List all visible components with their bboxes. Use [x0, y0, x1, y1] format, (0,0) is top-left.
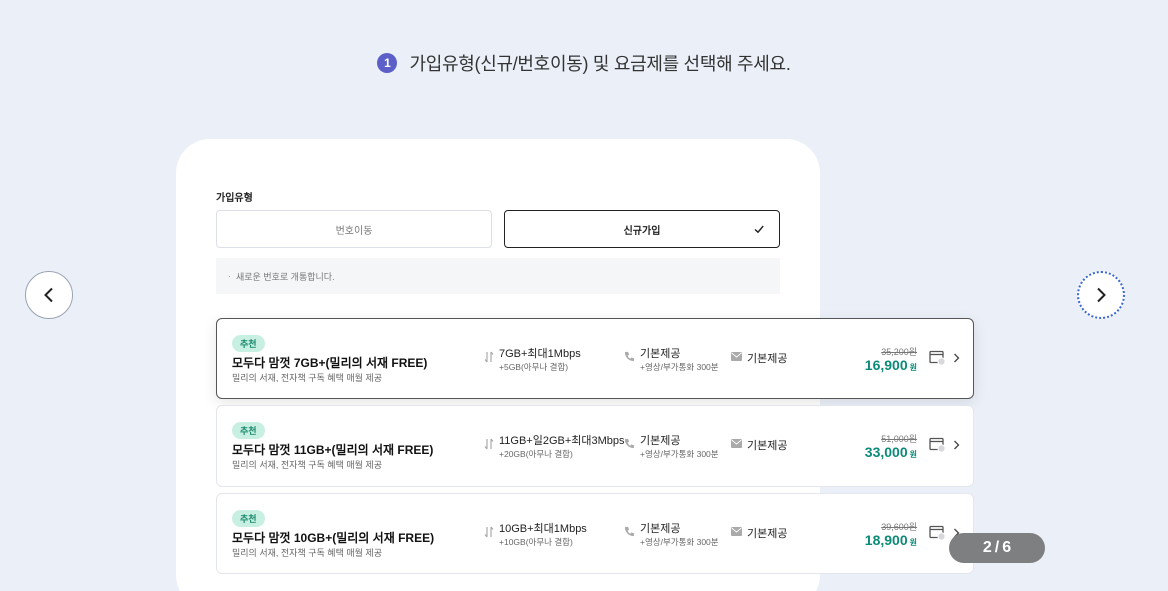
chevron-left-icon [44, 287, 53, 303]
plan-card[interactable]: 추천 모두다 맘껏 11GB+(밀리의 서재 FREE) 밀리의 서재, 전자책… [216, 405, 974, 487]
step-title: 가입유형(신규/번호이동) 및 요금제를 선택해 주세요. [409, 54, 791, 74]
chevron-right-icon[interactable] [953, 353, 960, 363]
page-indicator: 2 / 6 [949, 533, 1045, 563]
compare-icon[interactable] [929, 350, 946, 366]
join-type-notice: · 새로운 번호로 개통합니다. [216, 258, 780, 294]
carousel-next-button[interactable] [1077, 271, 1125, 319]
chevron-right-icon [1097, 287, 1106, 303]
data-transfer-icon [484, 351, 494, 363]
page-current: 2 [982, 539, 992, 556]
bullet-icon: · [228, 271, 231, 281]
step-number-badge: 1 [377, 53, 398, 73]
plan-price: 33,000 원 [865, 444, 917, 460]
plan-price: 16,900 원 [865, 357, 917, 373]
plan-data-bonus: +5GB(아무나 결합) [499, 362, 569, 372]
recommend-badge: 추천 [232, 510, 265, 527]
plan-sms: 기본제공 [747, 528, 788, 540]
plan-price-unit: 원 [909, 538, 917, 547]
plan-data: 11GB+일2GB+최대3Mbps [499, 435, 625, 447]
join-type-option-new[interactable]: 신규가입 [504, 210, 780, 248]
compare-icon[interactable] [929, 525, 946, 541]
chevron-right-icon[interactable] [953, 440, 960, 450]
join-type-option-new-label: 신규가입 [623, 225, 661, 237]
plan-price-value: 18,900 [864, 532, 908, 548]
plan-data: 10GB+최대1Mbps [499, 523, 587, 535]
plan-price-value: 16,900 [864, 357, 908, 373]
recommend-badge: 추천 [232, 335, 265, 352]
plan-sms: 기본제공 [747, 353, 788, 365]
plan-voice: 기본제공 [640, 348, 681, 360]
plan-voice-extra: +영상/부가통화 300분 [640, 537, 719, 547]
plan-description: 밀리의 서재, 전자책 구독 혜택 매월 제공 [232, 460, 382, 470]
plan-card[interactable]: 추천 모두다 맘껏 10GB+(밀리의 서재 FREE) 밀리의 서재, 전자책… [216, 493, 974, 574]
plan-name: 모두다 맘껏 11GB+(밀리의 서재 FREE) [232, 443, 434, 457]
plan-data: 7GB+최대1Mbps [499, 348, 581, 360]
plan-sms: 기본제공 [747, 440, 788, 452]
plan-price: 18,900 원 [865, 532, 917, 548]
plan-name: 모두다 맘껏 10GB+(밀리의 서재 FREE) [232, 531, 435, 545]
join-type-option-port-label: 번호이동 [335, 225, 373, 237]
recommend-badge: 추천 [232, 422, 265, 439]
data-transfer-icon [484, 438, 494, 450]
plan-description: 밀리의 서재, 전자책 구독 혜택 매월 제공 [232, 548, 382, 558]
page-total: 6 [1002, 539, 1012, 556]
plan-price-value: 33,000 [864, 444, 908, 460]
mail-icon [731, 352, 742, 361]
mail-icon [731, 527, 742, 536]
compare-icon[interactable] [929, 437, 946, 453]
plan-voice: 기본제공 [640, 523, 681, 535]
carousel-prev-button[interactable] [25, 271, 73, 319]
join-type-label: 가입유형 [216, 193, 253, 204]
plan-voice: 기본제공 [640, 435, 681, 447]
plan-card[interactable]: 추천 모두다 맘껏 7GB+(밀리의 서재 FREE) 밀리의 서재, 전자책 … [216, 318, 974, 399]
join-type-notice-text: 새로운 번호로 개통합니다. [236, 271, 335, 282]
mail-icon [731, 439, 742, 448]
join-type-option-port[interactable]: 번호이동 [216, 210, 492, 248]
plan-description: 밀리의 서재, 전자책 구독 혜택 매월 제공 [232, 373, 382, 383]
plan-voice-extra: +영상/부가통화 300분 [640, 449, 719, 459]
phone-icon [624, 351, 635, 362]
plan-price-unit: 원 [909, 363, 917, 372]
plan-voice-extra: +영상/부가통화 300분 [640, 362, 719, 372]
plan-price-unit: 원 [909, 450, 917, 459]
plan-data-bonus: +20GB(아무나 결합) [499, 449, 573, 459]
check-icon [754, 225, 764, 234]
page-separator: / [994, 539, 1000, 556]
step-heading: 1 가입유형(신규/번호이동) 및 요금제를 선택해 주세요. [0, 50, 1168, 76]
phone-icon [624, 438, 635, 449]
data-transfer-icon [484, 526, 494, 538]
plan-name: 모두다 맘껏 7GB+(밀리의 서재 FREE) [232, 356, 428, 370]
plan-data-bonus: +10GB(아무나 결합) [499, 537, 573, 547]
phone-icon [624, 526, 635, 537]
